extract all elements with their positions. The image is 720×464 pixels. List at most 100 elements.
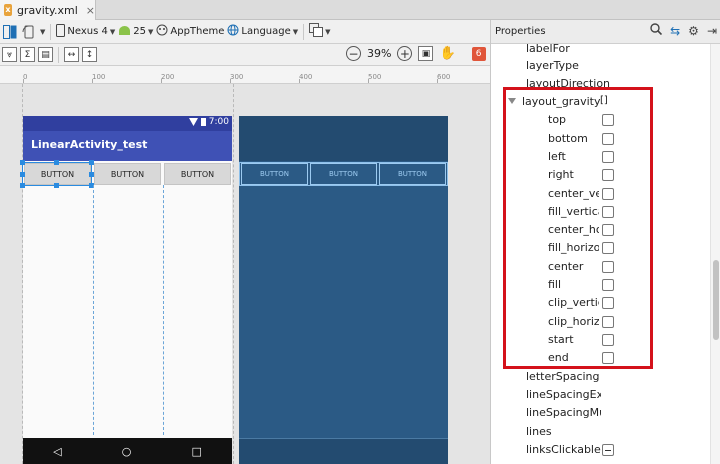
property-name: labelFor [526, 42, 570, 55]
resize-handle[interactable] [20, 160, 25, 165]
property-row[interactable]: letterSpacing [491, 368, 709, 386]
expand-vertical-icon[interactable]: ↕ [82, 47, 97, 62]
language-label: Language [241, 26, 291, 37]
pan-icon[interactable]: ⩔ [2, 47, 17, 62]
toolbar-divider [303, 23, 305, 40]
selection-frame[interactable] [20, 160, 94, 188]
alignment-toolbar: ⩔ Σ ▤ ↔ ↕ − 39% + ▣ ✋ 6 [0, 44, 490, 66]
language-dropdown[interactable]: Language ▼ [227, 24, 298, 39]
resize-handle[interactable] [54, 183, 59, 188]
zoom-controls: − 39% + ▣ ✋ 6 [346, 46, 486, 61]
tab-gravity-xml[interactable]: x gravity.xml × [0, 0, 96, 20]
toolbar-divider [58, 46, 59, 63]
blueprint-button-2[interactable]: BUTTON [310, 163, 377, 185]
property-name: lineSpacingExtra [526, 388, 601, 401]
error-count-badge[interactable]: 6 [471, 46, 486, 61]
device-status-bar: 7:00 [23, 116, 232, 131]
battery-icon [200, 118, 206, 126]
property-name: lines [526, 425, 552, 438]
properties-header-icons: ⇆ ⚙ ⇥ [650, 23, 717, 38]
property-name: lineSpacingMultiplier [526, 406, 601, 419]
search-icon[interactable] [650, 23, 663, 38]
properties-title: Properties [495, 26, 546, 37]
ruler-tick [230, 79, 231, 83]
chevron-down-icon: ▼ [325, 27, 331, 36]
preview-button-3[interactable]: BUTTON [164, 163, 231, 185]
layout-guide [163, 185, 164, 435]
ruler-mark: 100 [92, 73, 106, 81]
status-time: 7:00 [208, 117, 229, 127]
device-dropdown[interactable]: Nexus 4 ▼ [56, 23, 116, 40]
blueprint-button-1[interactable]: BUTTON [241, 163, 308, 185]
device-navigation-bar: ◁ ○ □ [23, 438, 232, 464]
blueprint-preview[interactable]: BUTTON BUTTON BUTTON [239, 116, 448, 464]
orientation-dropdown[interactable]: ▼ [40, 28, 45, 36]
blueprint-navigation-bar [239, 438, 448, 464]
indeterminate-checkbox[interactable] [602, 444, 614, 456]
property-row[interactable]: lineSpacingExtra [491, 386, 709, 404]
insert-icon[interactable]: ▤ [38, 47, 53, 62]
ruler-mark: 500 [368, 73, 382, 81]
ruler-tick [161, 79, 162, 83]
theme-label: AppTheme [170, 26, 225, 37]
zoom-fit-icon[interactable]: ▣ [418, 46, 434, 61]
back-icon: ◁ [53, 444, 62, 458]
design-blueprint-toggle-icon[interactable] [2, 24, 18, 40]
layout-canvas[interactable]: 7:00 LinearActivity_test BUTTON BUTTON B… [0, 84, 490, 464]
close-tab-icon[interactable]: × [86, 4, 95, 17]
swap-view-icon[interactable]: ⇆ [670, 24, 680, 38]
theme-dropdown[interactable]: AppTheme [156, 24, 224, 39]
orientation-icon[interactable] [21, 24, 37, 40]
scrollbar-thumb[interactable] [713, 260, 719, 340]
ruler-tick [437, 79, 438, 83]
chevron-down-icon: ▼ [147, 27, 154, 36]
preview-button-2[interactable]: BUTTON [94, 163, 161, 185]
ruler-tick [23, 79, 24, 83]
android-icon [118, 25, 131, 39]
tab-title: gravity.xml [16, 3, 78, 17]
properties-scrollbar[interactable] [710, 44, 720, 464]
phone-icon [56, 23, 66, 40]
ruler-mark: 200 [161, 73, 175, 81]
layout-toolbar: ▼ Nexus 4 ▼ 25 ▼ AppTheme Language ▼ ▼ [0, 20, 490, 44]
ruler-mark: 400 [299, 73, 313, 81]
design-preview[interactable]: 7:00 LinearActivity_test BUTTON BUTTON B… [20, 116, 232, 464]
chevron-down-icon: ▼ [109, 27, 116, 36]
property-row[interactable]: layerType [491, 57, 709, 75]
status-icons: 7:00 [188, 117, 229, 127]
property-row[interactable]: lineSpacingMultiplier [491, 404, 709, 422]
device-label: Nexus 4 [67, 26, 108, 37]
sigma-icon[interactable]: Σ [20, 47, 35, 62]
property-name: letterSpacing [526, 370, 600, 383]
chevron-down-icon: ▼ [292, 27, 299, 36]
home-icon: ○ [121, 444, 132, 458]
wifi-icon [188, 118, 198, 126]
app-title: LinearActivity_test [31, 138, 148, 151]
resize-handle[interactable] [20, 183, 25, 188]
app-bar: LinearActivity_test [23, 131, 232, 161]
resize-handle[interactable] [54, 160, 59, 165]
hide-panel-icon[interactable]: ⇥ [707, 24, 717, 38]
property-row[interactable]: labelFor [491, 40, 709, 58]
gear-icon[interactable]: ⚙ [688, 24, 699, 38]
zoom-level: 39% [367, 47, 392, 60]
zoom-in-icon[interactable]: + [397, 46, 413, 61]
zoom-out-icon[interactable]: − [346, 46, 361, 61]
api-level-dropdown[interactable]: 25 ▼ [118, 25, 153, 39]
ruler-tick [368, 79, 369, 83]
blueprint-app-bar [239, 116, 448, 161]
resize-handle[interactable] [89, 160, 94, 165]
editor-tab-bar: x gravity.xml × [0, 0, 720, 20]
property-name: linksClickable [526, 443, 601, 456]
property-row[interactable]: linksClickable [491, 441, 709, 459]
blueprint-button-3[interactable]: BUTTON [379, 163, 446, 185]
expand-horizontal-icon[interactable]: ↔ [64, 47, 79, 62]
ruler-tick [299, 79, 300, 83]
hand-pan-icon[interactable]: ✋ [439, 46, 455, 61]
toolbar-divider [50, 23, 52, 40]
resize-handle[interactable] [89, 172, 94, 177]
property-row[interactable]: lines [491, 423, 709, 441]
resize-handle[interactable] [20, 172, 25, 177]
globe-icon [227, 24, 239, 39]
layout-variants-dropdown[interactable]: ▼ [309, 23, 331, 40]
